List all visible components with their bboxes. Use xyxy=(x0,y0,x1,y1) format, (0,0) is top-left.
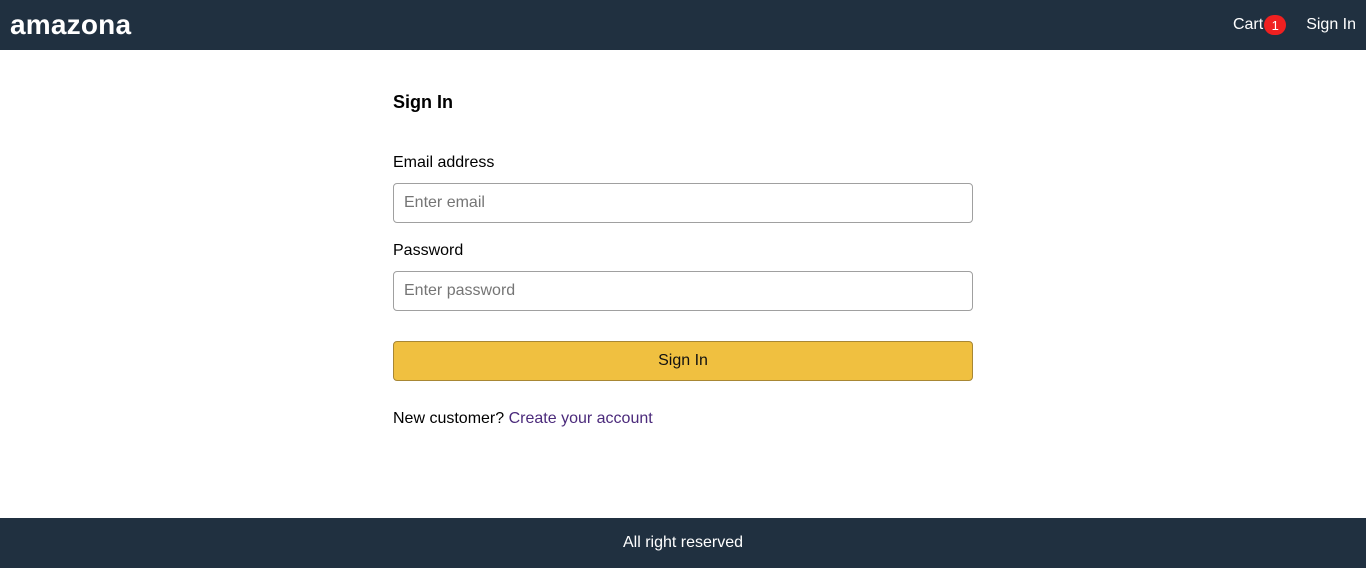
password-input[interactable] xyxy=(393,271,973,311)
page-title: Sign In xyxy=(393,92,453,112)
email-label: Email address xyxy=(393,154,495,171)
top-navbar: amazona Cart 1 Sign In xyxy=(0,0,1366,50)
page-footer: All right reserved xyxy=(0,518,1366,568)
new-customer-text: New customer? xyxy=(393,410,505,427)
brand-logo-link[interactable]: amazona xyxy=(10,0,131,50)
cart-link[interactable]: Cart 1 xyxy=(1232,15,1287,35)
cart-count-badge: 1 xyxy=(1264,15,1287,35)
email-input[interactable] xyxy=(393,183,973,223)
header-signin-link[interactable]: Sign In xyxy=(1306,16,1356,34)
new-customer-row: New customer? Create your account xyxy=(393,410,653,428)
signin-submit-button[interactable]: Sign In xyxy=(393,341,973,381)
main-content: Sign In Email address Password Sign In N… xyxy=(0,50,1366,518)
create-account-link[interactable]: Create your account xyxy=(509,410,653,427)
footer-text: All right reserved xyxy=(622,534,744,551)
header-nav: Cart 1 Sign In xyxy=(1233,15,1356,35)
password-label: Password xyxy=(393,242,464,259)
cart-label: Cart xyxy=(1232,16,1264,33)
